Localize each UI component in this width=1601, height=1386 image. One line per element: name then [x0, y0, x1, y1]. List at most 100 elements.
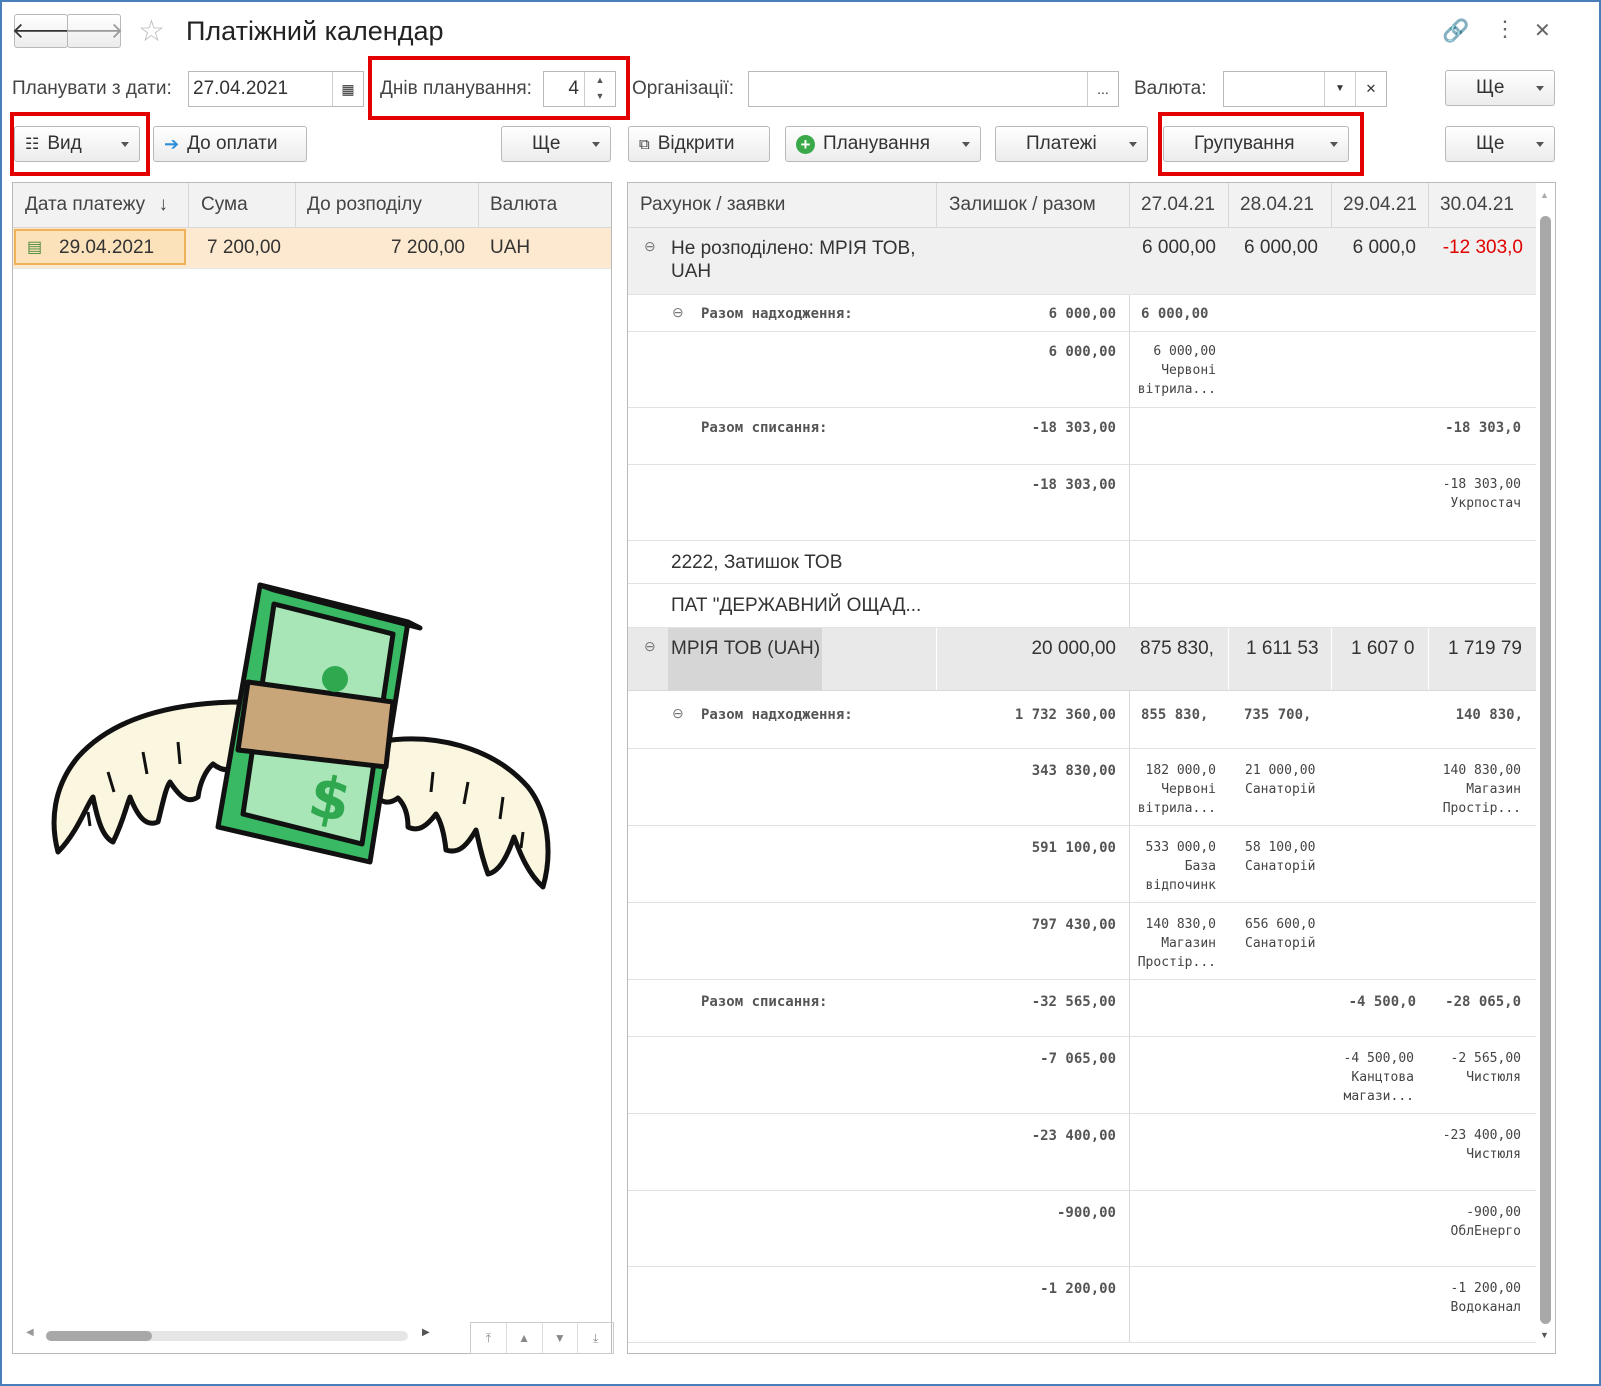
to-pay-label: До оплати [187, 133, 278, 154]
column-header-date[interactable]: Дата платежу ↓ [25, 194, 168, 216]
day4-value: -18 303,0 [1445, 420, 1521, 436]
total-value: 20 000,00 [1031, 638, 1116, 659]
star-icon[interactable]: ☆ [138, 14, 165, 49]
currency-clear-icon[interactable]: ✕ [1355, 72, 1386, 106]
day4-value: -2 565,00 Чистюля [1450, 1051, 1521, 1085]
table-row[interactable]: ПАТ "ДЕРЖАВНИЙ ОЩАД... [628, 584, 1536, 628]
arrow-right-icon: ➔ [164, 133, 180, 154]
table-row[interactable]: -18 303,00 -18 303,00 Укрпостач [628, 465, 1536, 541]
table-row[interactable]: -7 065,00 -4 500,00 Канцтова магази... -… [628, 1037, 1536, 1114]
day3-value: 1 607 0 [1351, 638, 1415, 659]
payments-button[interactable]: Платежі [995, 126, 1148, 162]
day2-value: 21 000,00 Санаторій [1245, 763, 1316, 797]
collapse-icon[interactable]: ⊖ [672, 304, 684, 321]
table-row[interactable]: 2222, Затишок ТОВ [628, 541, 1536, 584]
total-value: -32 565,00 [1031, 994, 1116, 1010]
total-value: -18 303,00 [1031, 477, 1116, 493]
currency-label: Валюта: [1134, 78, 1207, 99]
column-header-account[interactable]: Рахунок / заявки [640, 194, 785, 216]
col-divider [1228, 183, 1229, 227]
more-button-top[interactable]: Ще [1445, 70, 1555, 106]
chevron-down-icon [1536, 86, 1544, 91]
more-button-right[interactable]: Ще [1445, 126, 1555, 162]
column-header-sum[interactable]: Сума [201, 194, 248, 216]
collapse-icon[interactable]: ⊖ [644, 238, 656, 255]
day1-value: 875 830, [1140, 638, 1214, 659]
more-label: Ще [1476, 133, 1505, 154]
col-divider [295, 183, 296, 227]
collapse-icon[interactable]: ⊖ [644, 638, 656, 655]
day3-value: -4 500,0 [1348, 994, 1416, 1010]
table-row-group[interactable]: ⊖ Не розподілено: МРІЯ ТОВ, UAH 6 000,00… [628, 228, 1536, 295]
table-row[interactable]: 591 100,00 533 000,0 База відпочинк 58 1… [628, 826, 1536, 903]
column-header-day4[interactable]: 30.04.21 [1440, 194, 1514, 216]
total-value: -900,00 [1056, 1205, 1116, 1221]
table-row[interactable]: Разом списання: -32 565,00 -4 500,0 -28 … [628, 980, 1536, 1037]
scroll-up-icon[interactable]: ▲ [1540, 190, 1549, 200]
last-row-icon[interactable]: ⤓ [578, 1323, 613, 1353]
kebab-icon[interactable]: ⋮ [1494, 16, 1516, 42]
vertical-scrollbar[interactable]: ▲ ▼ [1536, 184, 1555, 1352]
row-name: 2222, Затишок ТОВ [671, 552, 843, 573]
column-header-distribute[interactable]: До розподілу [307, 194, 422, 216]
link-icon[interactable]: 🔗 [1442, 18, 1469, 44]
scroll-left-icon[interactable]: ◀ [26, 1327, 34, 1338]
scroll-right-icon[interactable]: ▶ [422, 1327, 430, 1338]
table-row[interactable]: 6 000,00 6 000,00 Червоні вітрила... [628, 332, 1536, 408]
column-header-day1[interactable]: 27.04.21 [1141, 194, 1215, 216]
next-row-icon[interactable]: ▼ [543, 1323, 579, 1353]
day4-value: -12 303,0 [1442, 237, 1523, 258]
day1-value: 533 000,0 База відпочинк [1145, 840, 1216, 893]
scrollbar-thumb[interactable] [46, 1331, 152, 1341]
back-button[interactable]: 🡐 [11, 14, 71, 48]
table-row-group[interactable]: ⊖ МРІЯ ТОВ (UAH) 20 000,00 875 830, 1 61… [628, 628, 1536, 691]
planning-button[interactable]: + Планування [785, 126, 981, 162]
scroll-down-icon[interactable]: ▼ [1540, 1330, 1549, 1340]
chevron-down-icon [1129, 142, 1137, 147]
table-row[interactable]: ⊖ Разом надходження: 1 732 360,00 855 83… [628, 691, 1536, 749]
row-name: Разом списання: [701, 420, 828, 436]
currency-field[interactable]: ▼ ✕ [1223, 71, 1387, 107]
forward-arrow-icon: 🡒 [64, 18, 124, 43]
collapse-icon[interactable]: ⊖ [672, 705, 684, 722]
table-row[interactable]: ⊖ Разом надходження: 6 000,00 6 000,00 [628, 295, 1536, 332]
to-pay-button[interactable]: ➔ До оплати [153, 126, 307, 162]
close-icon[interactable]: ✕ [1534, 18, 1551, 43]
table-row[interactable]: -23 400,00 -23 400,00 Чистюля [628, 1114, 1536, 1191]
plan-from-date-field[interactable]: 27.04.2021 ▦ [188, 71, 364, 107]
col-divider [1228, 628, 1229, 690]
row-name: ПАТ "ДЕРЖАВНИЙ ОЩАД... [671, 595, 922, 616]
col-divider [1428, 183, 1429, 227]
col-divider [936, 183, 937, 227]
open-button[interactable]: ⧉ Відкрити [628, 126, 770, 162]
table-row[interactable]: ▤ 29.04.2021 7 200,00 7 200,00 UAH [13, 228, 611, 269]
total-value: -7 065,00 [1040, 1051, 1116, 1067]
table-row[interactable]: 797 430,00 140 830,0 Магазин Простір... … [628, 903, 1536, 980]
currency-dropdown-icon[interactable]: ▼ [1324, 72, 1355, 106]
column-header-day3[interactable]: 29.04.21 [1343, 194, 1417, 216]
horizontal-scrollbar[interactable]: ◀ ▶ [26, 1327, 436, 1345]
organizations-choose-button[interactable]: ... [1087, 72, 1118, 106]
scrollbar-thumb[interactable] [1540, 216, 1551, 1324]
table-row[interactable]: -1 200,00 -1 200,00 Водоканал [628, 1267, 1536, 1343]
day4-value: -18 303,00 Укрпостач [1442, 477, 1521, 511]
day1-value: 140 830,0 Магазин Простір... [1137, 917, 1216, 970]
organizations-field[interactable]: ... [748, 71, 1119, 107]
calendar-icon[interactable]: ▦ [332, 72, 363, 106]
total-value: -18 303,00 [1031, 420, 1116, 436]
forward-button[interactable]: 🡒 [64, 14, 124, 48]
first-row-icon[interactable]: ⤒ [471, 1323, 507, 1353]
col-divider [1331, 183, 1332, 227]
more-button-left[interactable]: Ще [501, 126, 611, 162]
back-arrow-icon: 🡐 [11, 18, 71, 43]
table-row[interactable]: Разом списання: -18 303,00 -18 303,0 [628, 408, 1536, 465]
column-header-currency[interactable]: Валюта [490, 194, 557, 216]
table-row[interactable]: -900,00 -900,00 ОблЕнерго [628, 1191, 1536, 1267]
day1-value: 6 000,00 [1141, 306, 1209, 322]
column-header-day2[interactable]: 28.04.21 [1240, 194, 1314, 216]
table-row[interactable]: 343 830,00 182 000,0 Червоні вітрила... … [628, 749, 1536, 826]
col-divider [188, 183, 189, 227]
day2-value: 58 100,00 Санаторій [1245, 840, 1316, 874]
column-header-balance[interactable]: Залишок / разом [949, 194, 1096, 216]
prev-row-icon[interactable]: ▲ [507, 1323, 543, 1353]
